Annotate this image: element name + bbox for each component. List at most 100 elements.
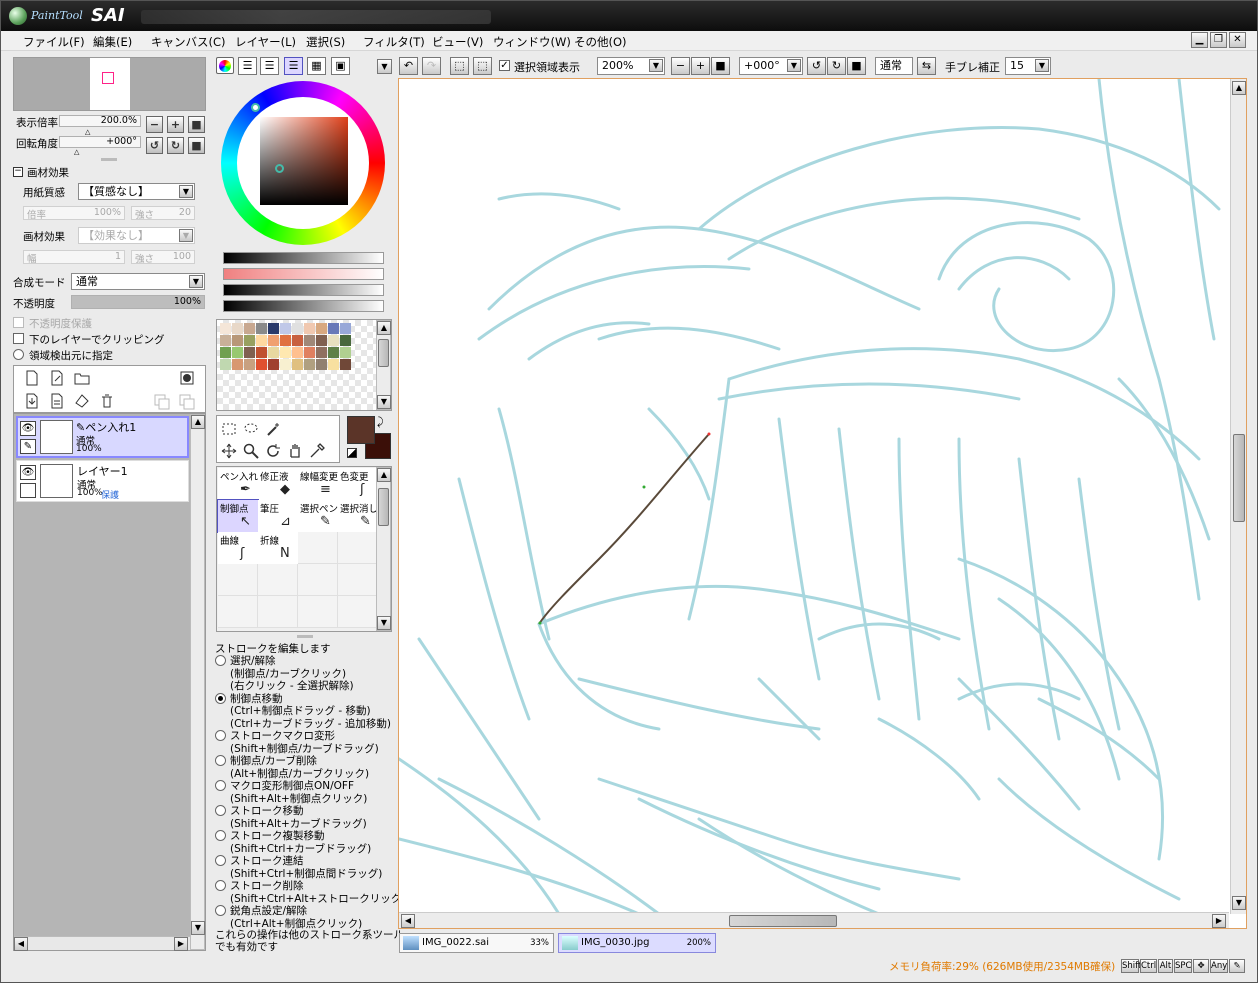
- effect-strength-slider[interactable]: 強さ 100: [131, 250, 195, 265]
- edit-mode-radio[interactable]: [215, 780, 226, 791]
- color-swatch[interactable]: [316, 359, 327, 370]
- control-point[interactable]: [538, 621, 542, 625]
- color-swatch[interactable]: [292, 335, 303, 346]
- color-swatch[interactable]: [316, 323, 327, 334]
- eyedropper-icon[interactable]: [309, 443, 325, 459]
- swatch-tab[interactable]: ▦: [307, 57, 326, 75]
- paper-select[interactable]: 【質感なし】 ▼: [78, 183, 195, 200]
- color-swatch[interactable]: [328, 335, 339, 346]
- edit-mode-radio[interactable]: [215, 655, 226, 666]
- blend-mode-select[interactable]: 通常 ▼: [71, 273, 205, 290]
- color-swatch[interactable]: [244, 359, 255, 370]
- color-swatch[interactable]: [280, 359, 291, 370]
- edit-mode-radio[interactable]: [215, 905, 226, 916]
- new-layer-icon[interactable]: [24, 370, 40, 386]
- scroll-down-icon[interactable]: ▼: [191, 921, 205, 935]
- scroll-up-icon[interactable]: ▲: [377, 321, 391, 335]
- pen-edit-icon[interactable]: ✎: [20, 439, 36, 454]
- paper-strength-slider[interactable]: 強さ 20: [131, 206, 195, 221]
- tool-line-width[interactable]: 線幅変更 ≡: [298, 468, 338, 500]
- sv-marker[interactable]: [275, 164, 284, 173]
- hue-marker[interactable]: [251, 103, 260, 112]
- tool-pressure[interactable]: 筆圧 ⊿: [258, 500, 298, 532]
- color-swatch[interactable]: [280, 323, 291, 334]
- color-swatch[interactable]: [256, 359, 267, 370]
- canvas-hscroll[interactable]: ◀ ▶: [399, 912, 1229, 928]
- rotate-slider[interactable]: +000°: [59, 136, 141, 148]
- color-swatch[interactable]: [244, 347, 255, 358]
- zoom-actual-button[interactable]: ■: [711, 57, 730, 75]
- restore-button[interactable]: ❐: [1210, 32, 1227, 48]
- zoom-in-button[interactable]: +: [167, 116, 184, 133]
- rotate-cw-button[interactable]: ↻: [827, 57, 846, 75]
- hsv-slider-tab[interactable]: ☰: [260, 57, 279, 75]
- gradient-slider-2[interactable]: [223, 268, 384, 280]
- hue-ring[interactable]: [221, 81, 385, 245]
- menu-select[interactable]: 選択(S): [306, 34, 345, 50]
- transfer-down-icon[interactable]: [24, 393, 40, 409]
- control-point[interactable]: [707, 432, 711, 436]
- effect-width-slider[interactable]: 幅 1: [23, 250, 125, 265]
- zoom-slider[interactable]: 200.0%: [59, 115, 141, 127]
- scratchpad-tab[interactable]: ▣: [331, 57, 350, 75]
- tool-select-erase[interactable]: 選択消し ✎: [338, 500, 378, 532]
- swap-colors-icon[interactable]: ⤸: [377, 415, 384, 429]
- deselect-button[interactable]: ⬚: [450, 57, 469, 75]
- menu-edit[interactable]: 編集(E): [93, 34, 132, 50]
- tool-scroll-thumb[interactable]: [378, 488, 389, 526]
- canvas-hscroll-thumb[interactable]: [729, 915, 837, 927]
- scroll-down-icon[interactable]: ▼: [377, 616, 391, 630]
- edit-mode-radio[interactable]: [215, 855, 226, 866]
- color-swatch[interactable]: [292, 359, 303, 370]
- flip-horizontal-button[interactable]: ⇆: [917, 57, 936, 75]
- control-point[interactable]: [642, 485, 646, 489]
- main-color-swatch[interactable]: [347, 416, 375, 444]
- color-swatch[interactable]: [232, 323, 243, 334]
- color-swatch[interactable]: [256, 323, 267, 334]
- color-panel-menu-icon[interactable]: ▼: [377, 59, 392, 74]
- show-selection-checkbox[interactable]: ✓: [499, 60, 510, 71]
- hand-icon[interactable]: [287, 443, 303, 459]
- lasso-icon[interactable]: [243, 421, 259, 437]
- scroll-down-icon[interactable]: ▼: [377, 395, 391, 409]
- splitter-grip[interactable]: [101, 158, 117, 161]
- scroll-down-icon[interactable]: ▼: [1232, 896, 1246, 910]
- delete-layer-icon[interactable]: [99, 393, 115, 409]
- sv-square[interactable]: [260, 117, 348, 205]
- zoom-out-tool-button[interactable]: −: [671, 57, 690, 75]
- tool-scrollbar[interactable]: ▲ ▼: [376, 467, 391, 631]
- color-swatch[interactable]: [328, 347, 339, 358]
- scroll-up-icon[interactable]: ▲: [1232, 81, 1246, 95]
- color-swatch[interactable]: [244, 335, 255, 346]
- layer-mask-icon[interactable]: [180, 371, 195, 386]
- color-swatch[interactable]: [316, 335, 327, 346]
- rotate-reset-button[interactable]: ■: [188, 137, 205, 154]
- transparent-color-icon[interactable]: [347, 448, 357, 458]
- color-swatch[interactable]: [340, 359, 351, 370]
- tool-curve[interactable]: 曲線 ʃ: [218, 532, 258, 564]
- tool-eraser[interactable]: 修正液 ◆: [258, 468, 298, 500]
- color-swatch[interactable]: [292, 323, 303, 334]
- paper-scale-slider[interactable]: 倍率 100%: [23, 206, 125, 221]
- canvas-vscroll-thumb[interactable]: [1233, 434, 1245, 522]
- rotate-right-button[interactable]: ↻: [167, 137, 184, 154]
- scroll-up-icon[interactable]: ▲: [191, 415, 205, 429]
- mixer-tab[interactable]: ☰: [284, 57, 303, 75]
- zoom-out-button[interactable]: −: [146, 116, 163, 133]
- layer-list-scrollbar[interactable]: ▲ ▼: [190, 414, 205, 950]
- color-swatch[interactable]: [316, 347, 327, 358]
- rotate-ccw-button[interactable]: ↺: [807, 57, 826, 75]
- rotate-left-button[interactable]: ↺: [146, 137, 163, 154]
- color-swatch[interactable]: [304, 347, 315, 358]
- color-swatch[interactable]: [220, 347, 231, 358]
- tool-control-point[interactable]: 制御点 ↖: [217, 499, 259, 533]
- layer-row-base[interactable]: 👁 レイヤー1 通常 100% 保護: [16, 460, 189, 502]
- color-swatch[interactable]: [280, 347, 291, 358]
- eye-icon[interactable]: 👁: [20, 421, 36, 436]
- rgb-slider-tab[interactable]: ☰: [238, 57, 257, 75]
- color-swatch[interactable]: [340, 323, 351, 334]
- new-folder-icon[interactable]: [74, 370, 90, 386]
- splitter-grip[interactable]: [297, 635, 313, 638]
- edit-mode-radio[interactable]: [215, 730, 226, 741]
- zoom-in-tool-button[interactable]: +: [691, 57, 710, 75]
